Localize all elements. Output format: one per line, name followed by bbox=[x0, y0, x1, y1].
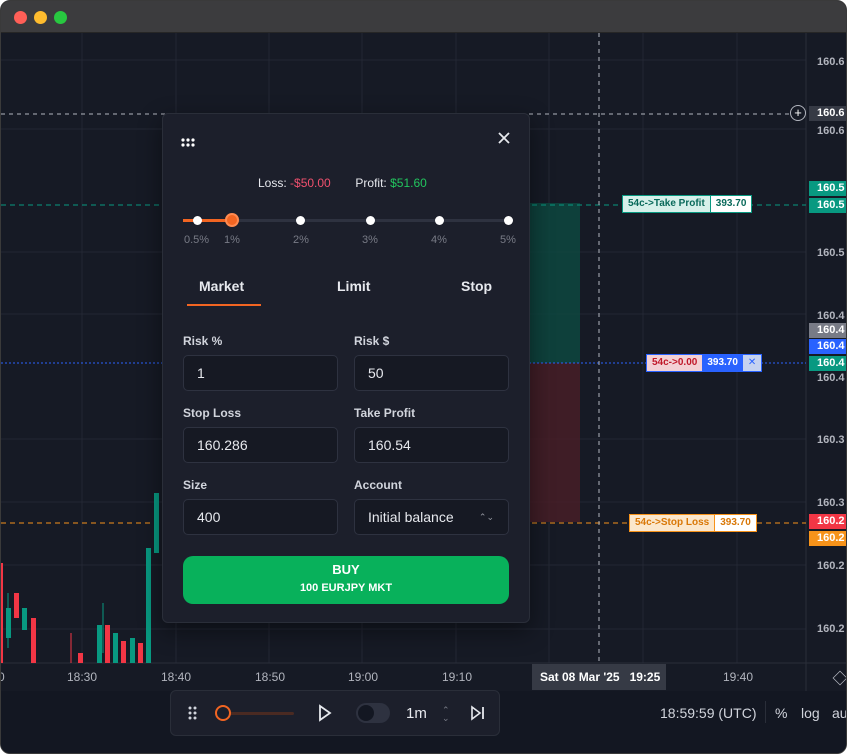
auto-scale-toggle[interactable]: au bbox=[832, 705, 846, 721]
y-axis-label: 160.2 bbox=[817, 623, 845, 635]
tab-market[interactable]: Market bbox=[199, 278, 244, 294]
size-label: Size bbox=[183, 478, 208, 492]
replay-speed-handle[interactable] bbox=[215, 705, 231, 721]
stop-loss-label: Stop Loss bbox=[183, 406, 242, 420]
y-axis-label: 160.4 bbox=[817, 310, 845, 322]
price-tag: 160.2 bbox=[809, 514, 846, 529]
size-input[interactable]: 400 bbox=[183, 499, 338, 535]
title-bar bbox=[1, 1, 846, 33]
order-label: 54c->0.00 bbox=[652, 357, 698, 368]
close-icon[interactable] bbox=[497, 131, 511, 145]
risk-slider-handle[interactable] bbox=[225, 213, 239, 227]
profit-value: $51.60 bbox=[390, 176, 427, 190]
replay-controls: 1m ⌃ ⌄ bbox=[170, 690, 500, 736]
price-tag: 160.5 bbox=[809, 198, 846, 213]
x-axis-label: 18:40 bbox=[161, 670, 192, 684]
tab-stop[interactable]: Stop bbox=[461, 278, 492, 294]
take-profit-label: Take Profit bbox=[354, 406, 416, 420]
risk-step-dot[interactable] bbox=[193, 216, 202, 225]
y-axis-label: 160.5 bbox=[817, 247, 845, 259]
close-order-icon[interactable]: ✕ bbox=[742, 355, 762, 371]
y-axis-label: 160.6 bbox=[817, 56, 845, 68]
account-select-value: Initial balance bbox=[368, 509, 454, 525]
price-tag: 160.4 bbox=[809, 356, 846, 371]
clock-time[interactable]: 18:59:59 (UTC) bbox=[660, 705, 756, 721]
price-tag: 160.4 bbox=[809, 339, 846, 354]
risk-step-label: 5% bbox=[500, 234, 516, 246]
risk-step-label: 4% bbox=[431, 234, 447, 246]
toggle-knob bbox=[358, 705, 374, 721]
order-label: 54c->Take Profit bbox=[628, 198, 705, 209]
interval-select[interactable]: 1m bbox=[406, 705, 427, 722]
risk-step-dot[interactable] bbox=[504, 216, 513, 225]
order-panel: Loss: -$50.00 Profit: $51.60 0.5% 1% 2% … bbox=[162, 113, 530, 623]
y-axis-label: 160.4 bbox=[817, 372, 845, 384]
log-scale-toggle[interactable]: log bbox=[801, 705, 820, 721]
account-label: Account bbox=[354, 478, 402, 492]
risk-step-label: 2% bbox=[293, 234, 309, 246]
risk-step-dot[interactable] bbox=[366, 216, 375, 225]
order-value: 393.70 bbox=[714, 515, 756, 531]
price-tag: 160.4 bbox=[809, 323, 846, 338]
order-label: 54c->Stop Loss bbox=[635, 517, 710, 528]
order-value: 393.70 bbox=[709, 196, 752, 212]
chevron-updown-icon: ⌃⌄ bbox=[478, 512, 494, 522]
minimize-window-button[interactable] bbox=[34, 11, 47, 24]
risk-step-label: 1% bbox=[224, 234, 240, 246]
stop-loss-order-tag[interactable]: 54c->Stop Loss 393.70 bbox=[629, 514, 757, 532]
divider bbox=[765, 701, 766, 723]
risk-step-dot[interactable] bbox=[296, 216, 305, 225]
auto-toggle[interactable] bbox=[356, 703, 390, 723]
y-axis-label: 160.3 bbox=[817, 434, 845, 446]
risk-percent-input[interactable]: 1 bbox=[183, 355, 338, 391]
take-profit-input[interactable]: 160.54 bbox=[354, 427, 509, 463]
entry-order-tag[interactable]: 54c->0.00 393.70 ✕ bbox=[646, 354, 763, 372]
crosshair-price-tag: 160.6 bbox=[809, 106, 846, 121]
x-axis-label: 19:10 bbox=[442, 670, 473, 684]
x-axis-label: 18:30 bbox=[67, 670, 98, 684]
account-select[interactable]: Initial balance ⌃⌄ bbox=[354, 499, 509, 535]
risk-usd-input[interactable]: 50 bbox=[354, 355, 509, 391]
y-axis-label: 160.2 bbox=[817, 560, 845, 572]
maximize-window-button[interactable] bbox=[54, 11, 67, 24]
risk-percent-label: Risk % bbox=[183, 334, 223, 348]
crosshair-time-label: Sat 08 Mar '25 19:25 bbox=[532, 664, 666, 690]
active-tab-indicator bbox=[187, 304, 261, 306]
buy-button[interactable]: BUY 100 EURJPY MKT bbox=[183, 556, 509, 604]
take-profit-order-tag[interactable]: 54c->Take Profit 393.70 bbox=[622, 195, 753, 213]
percent-scale-toggle[interactable]: % bbox=[775, 705, 787, 721]
stop-loss-input[interactable]: 160.286 bbox=[183, 427, 338, 463]
price-tag: 160.5 bbox=[809, 181, 846, 196]
x-axis-label: 19:00 bbox=[348, 670, 379, 684]
x-axis-label: 0 bbox=[1, 670, 5, 684]
risk-step-label: 3% bbox=[362, 234, 378, 246]
drag-handle-icon[interactable] bbox=[188, 706, 198, 727]
app-window: 160.6 160.6 160.5 160.4 160.4 160.3 160.… bbox=[0, 0, 847, 754]
order-value: 393.70 bbox=[702, 355, 743, 371]
add-alert-icon[interactable]: + bbox=[790, 105, 806, 121]
loss-value: -$50.00 bbox=[290, 176, 331, 190]
buy-button-label: BUY bbox=[332, 562, 360, 577]
chevron-updown-icon[interactable]: ⌃ ⌄ bbox=[442, 706, 450, 723]
loss-label: Loss: bbox=[258, 176, 287, 190]
y-axis-label: 160.6 bbox=[817, 125, 845, 137]
price-tag: 160.2 bbox=[809, 531, 846, 546]
risk-usd-label: Risk $ bbox=[354, 334, 390, 348]
x-axis-label: 19:40 bbox=[723, 670, 754, 684]
x-axis-label: 18:50 bbox=[255, 670, 286, 684]
stop-loss-zone bbox=[529, 363, 580, 522]
risk-step-dot[interactable] bbox=[435, 216, 444, 225]
buy-button-sublabel: 100 EURJPY MKT bbox=[299, 582, 393, 594]
play-icon[interactable] bbox=[318, 704, 332, 727]
risk-step-label: 0.5% bbox=[184, 234, 210, 246]
loss-profit-summary: Loss: -$50.00 Profit: $51.60 bbox=[258, 176, 427, 190]
profit-label: Profit: bbox=[355, 176, 387, 190]
y-axis-label: 160.3 bbox=[817, 497, 845, 509]
drag-handle-icon[interactable] bbox=[181, 135, 197, 147]
close-window-button[interactable] bbox=[14, 11, 27, 24]
step-forward-icon[interactable] bbox=[470, 705, 486, 726]
tab-limit[interactable]: Limit bbox=[337, 278, 370, 294]
take-profit-zone bbox=[529, 203, 580, 363]
candles bbox=[1, 493, 159, 663]
